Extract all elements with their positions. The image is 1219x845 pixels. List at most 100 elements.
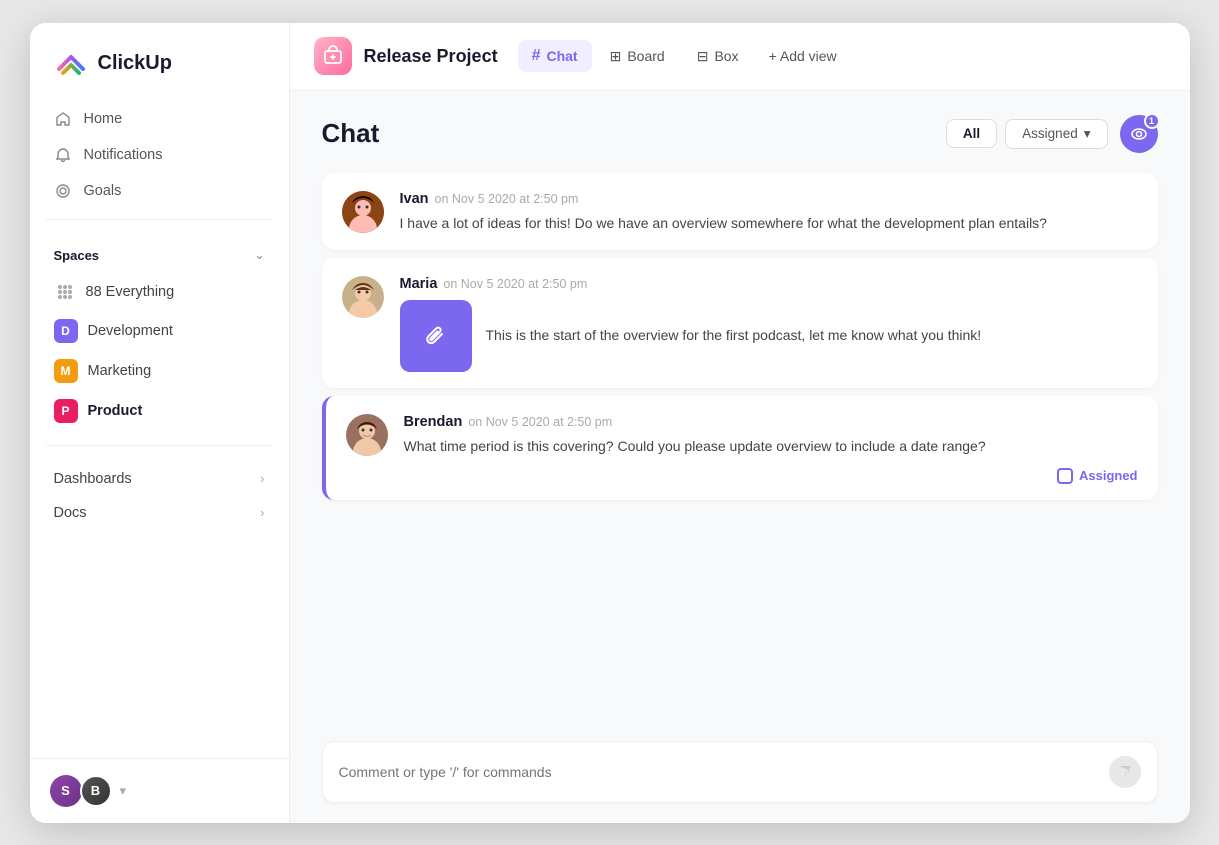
maria-avatar-img bbox=[342, 276, 384, 318]
sidebar-item-dashboards[interactable]: Dashboards › bbox=[42, 462, 277, 496]
notification-count-badge: 1 bbox=[1144, 113, 1160, 129]
clickup-logo-icon bbox=[54, 47, 88, 81]
comment-input[interactable] bbox=[339, 764, 1099, 780]
avatar-user-s[interactable]: S bbox=[50, 775, 82, 807]
brendan-message-content: Brendan on Nov 5 2020 at 2:50 pm What ti… bbox=[404, 414, 1138, 484]
ivan-message-content: Ivan on Nov 5 2020 at 2:50 pm I have a l… bbox=[400, 191, 1138, 235]
app-name: ClickUp bbox=[98, 52, 172, 75]
project-title: Release Project bbox=[364, 46, 498, 67]
assigned-badge-area: Assigned bbox=[404, 468, 1138, 484]
spaces-list: 88 Everything D Development M Marketing … bbox=[30, 269, 289, 435]
chat-header: Chat All Assigned ▾ bbox=[290, 91, 1190, 165]
maria-attachment-text: This is the start of the overview for th… bbox=[486, 325, 982, 347]
maria-msg-time: on Nov 5 2020 at 2:50 pm bbox=[443, 277, 587, 291]
logo-area: ClickUp bbox=[30, 23, 289, 101]
marketing-label: Marketing bbox=[88, 363, 152, 379]
tab-board[interactable]: ⊞ Board bbox=[596, 41, 679, 72]
dashboards-chevron-icon: › bbox=[260, 471, 264, 486]
sidebar-item-development[interactable]: D Development bbox=[42, 311, 277, 351]
message-bubble-icon bbox=[1117, 764, 1133, 780]
product-badge: P bbox=[54, 399, 78, 423]
message-card: Maria on Nov 5 2020 at 2:50 pm This is t… bbox=[322, 258, 1158, 388]
bell-icon bbox=[54, 146, 72, 164]
messages-list: Ivan on Nov 5 2020 at 2:50 pm I have a l… bbox=[290, 165, 1190, 741]
assigned-label: Assigned bbox=[1079, 468, 1138, 483]
box-icon: ⊟ bbox=[697, 48, 709, 65]
brendan-msg-time: on Nov 5 2020 at 2:50 pm bbox=[468, 415, 612, 429]
sidebar-navigation: Home Notifications Goals bbox=[30, 101, 289, 209]
message-card: Ivan on Nov 5 2020 at 2:50 pm I have a l… bbox=[322, 173, 1158, 251]
product-label: Product bbox=[88, 403, 143, 419]
maria-msg-meta: Maria on Nov 5 2020 at 2:50 pm bbox=[400, 276, 1138, 292]
brendan-author: Brendan bbox=[404, 414, 463, 430]
ivan-avatar bbox=[342, 191, 384, 233]
spaces-label: Spaces bbox=[54, 248, 100, 263]
filter-all-label: All bbox=[963, 126, 980, 141]
project-icon bbox=[314, 37, 352, 75]
message-card: Brendan on Nov 5 2020 at 2:50 pm What ti… bbox=[322, 396, 1158, 500]
footer-chevron-icon: ▾ bbox=[120, 783, 127, 799]
marketing-badge: M bbox=[54, 359, 78, 383]
development-badge: D bbox=[54, 319, 78, 343]
app-container: ClickUp Home Notifications Goals bbox=[30, 23, 1190, 823]
filter-chevron-icon: ▾ bbox=[1084, 126, 1091, 142]
docs-chevron-icon: › bbox=[260, 505, 264, 520]
chat-area: Chat All Assigned ▾ bbox=[290, 91, 1190, 823]
chat-tab-label: Chat bbox=[546, 48, 577, 64]
attachment-icon[interactable] bbox=[400, 300, 472, 372]
add-view-label: + Add view bbox=[769, 48, 837, 64]
ivan-author: Ivan bbox=[400, 191, 429, 207]
chat-hash-icon: # bbox=[532, 47, 541, 65]
tab-box[interactable]: ⊟ Box bbox=[683, 41, 753, 72]
docs-label: Docs bbox=[54, 505, 87, 521]
sidebar-bottom-items: Dashboards › Docs › bbox=[30, 456, 289, 536]
main-header: Release Project # Chat ⊞ Board ⊟ Box bbox=[290, 23, 1190, 91]
brendan-msg-text: What time period is this covering? Could… bbox=[404, 436, 1138, 458]
filter-assigned-button[interactable]: Assigned ▾ bbox=[1005, 119, 1107, 149]
sidebar-item-goals[interactable]: Goals bbox=[42, 173, 277, 209]
maria-message-content: Maria on Nov 5 2020 at 2:50 pm This is t… bbox=[400, 276, 1138, 372]
everything-icon bbox=[54, 281, 76, 303]
spaces-section: Spaces ⌄ bbox=[30, 230, 289, 269]
comment-box bbox=[322, 741, 1158, 803]
spaces-header[interactable]: Spaces ⌄ bbox=[54, 248, 265, 263]
nav-divider bbox=[46, 219, 273, 220]
sidebar-item-everything[interactable]: 88 Everything bbox=[42, 273, 277, 311]
attachment-block: This is the start of the overview for th… bbox=[400, 300, 1138, 372]
home-label: Home bbox=[84, 111, 123, 127]
maria-avatar bbox=[342, 276, 384, 318]
brendan-avatar-img bbox=[346, 414, 388, 456]
everything-label: 88 Everything bbox=[86, 284, 175, 300]
project-cube-icon bbox=[322, 45, 344, 67]
goals-label: Goals bbox=[84, 183, 122, 199]
tab-chat[interactable]: # Chat bbox=[518, 40, 592, 72]
board-icon: ⊞ bbox=[610, 48, 622, 65]
sidebar-item-home[interactable]: Home bbox=[42, 101, 277, 137]
filter-all-button[interactable]: All bbox=[946, 119, 997, 148]
brendan-avatar bbox=[346, 414, 388, 456]
development-label: Development bbox=[88, 323, 173, 339]
sidebar-footer: S B ▾ bbox=[30, 758, 289, 823]
filter-assigned-label: Assigned bbox=[1022, 126, 1078, 141]
send-message-button[interactable] bbox=[1109, 756, 1141, 788]
maria-author: Maria bbox=[400, 276, 438, 292]
sidebar-item-marketing[interactable]: M Marketing bbox=[42, 351, 277, 391]
header-tabs: # Chat ⊞ Board ⊟ Box + Add view bbox=[518, 40, 1166, 72]
sidebar-item-docs[interactable]: Docs › bbox=[42, 496, 277, 530]
notifications-label: Notifications bbox=[84, 147, 163, 163]
brendan-msg-meta: Brendan on Nov 5 2020 at 2:50 pm bbox=[404, 414, 1138, 430]
chat-title: Chat bbox=[322, 118, 380, 149]
home-icon bbox=[54, 110, 72, 128]
sidebar-item-notifications[interactable]: Notifications bbox=[42, 137, 277, 173]
sidebar-item-product[interactable]: P Product bbox=[42, 391, 277, 431]
ivan-msg-meta: Ivan on Nov 5 2020 at 2:50 pm bbox=[400, 191, 1138, 207]
avatar-user-b[interactable]: B bbox=[80, 775, 112, 807]
add-view-button[interactable]: + Add view bbox=[757, 41, 849, 71]
paperclip-icon bbox=[422, 322, 450, 350]
notifications-bell-button[interactable]: 1 bbox=[1120, 115, 1158, 153]
board-tab-label: Board bbox=[627, 48, 664, 64]
spaces-divider bbox=[46, 445, 273, 446]
ivan-avatar-img bbox=[342, 191, 384, 233]
assigned-checkbox[interactable] bbox=[1057, 468, 1073, 484]
eye-icon bbox=[1130, 125, 1148, 143]
